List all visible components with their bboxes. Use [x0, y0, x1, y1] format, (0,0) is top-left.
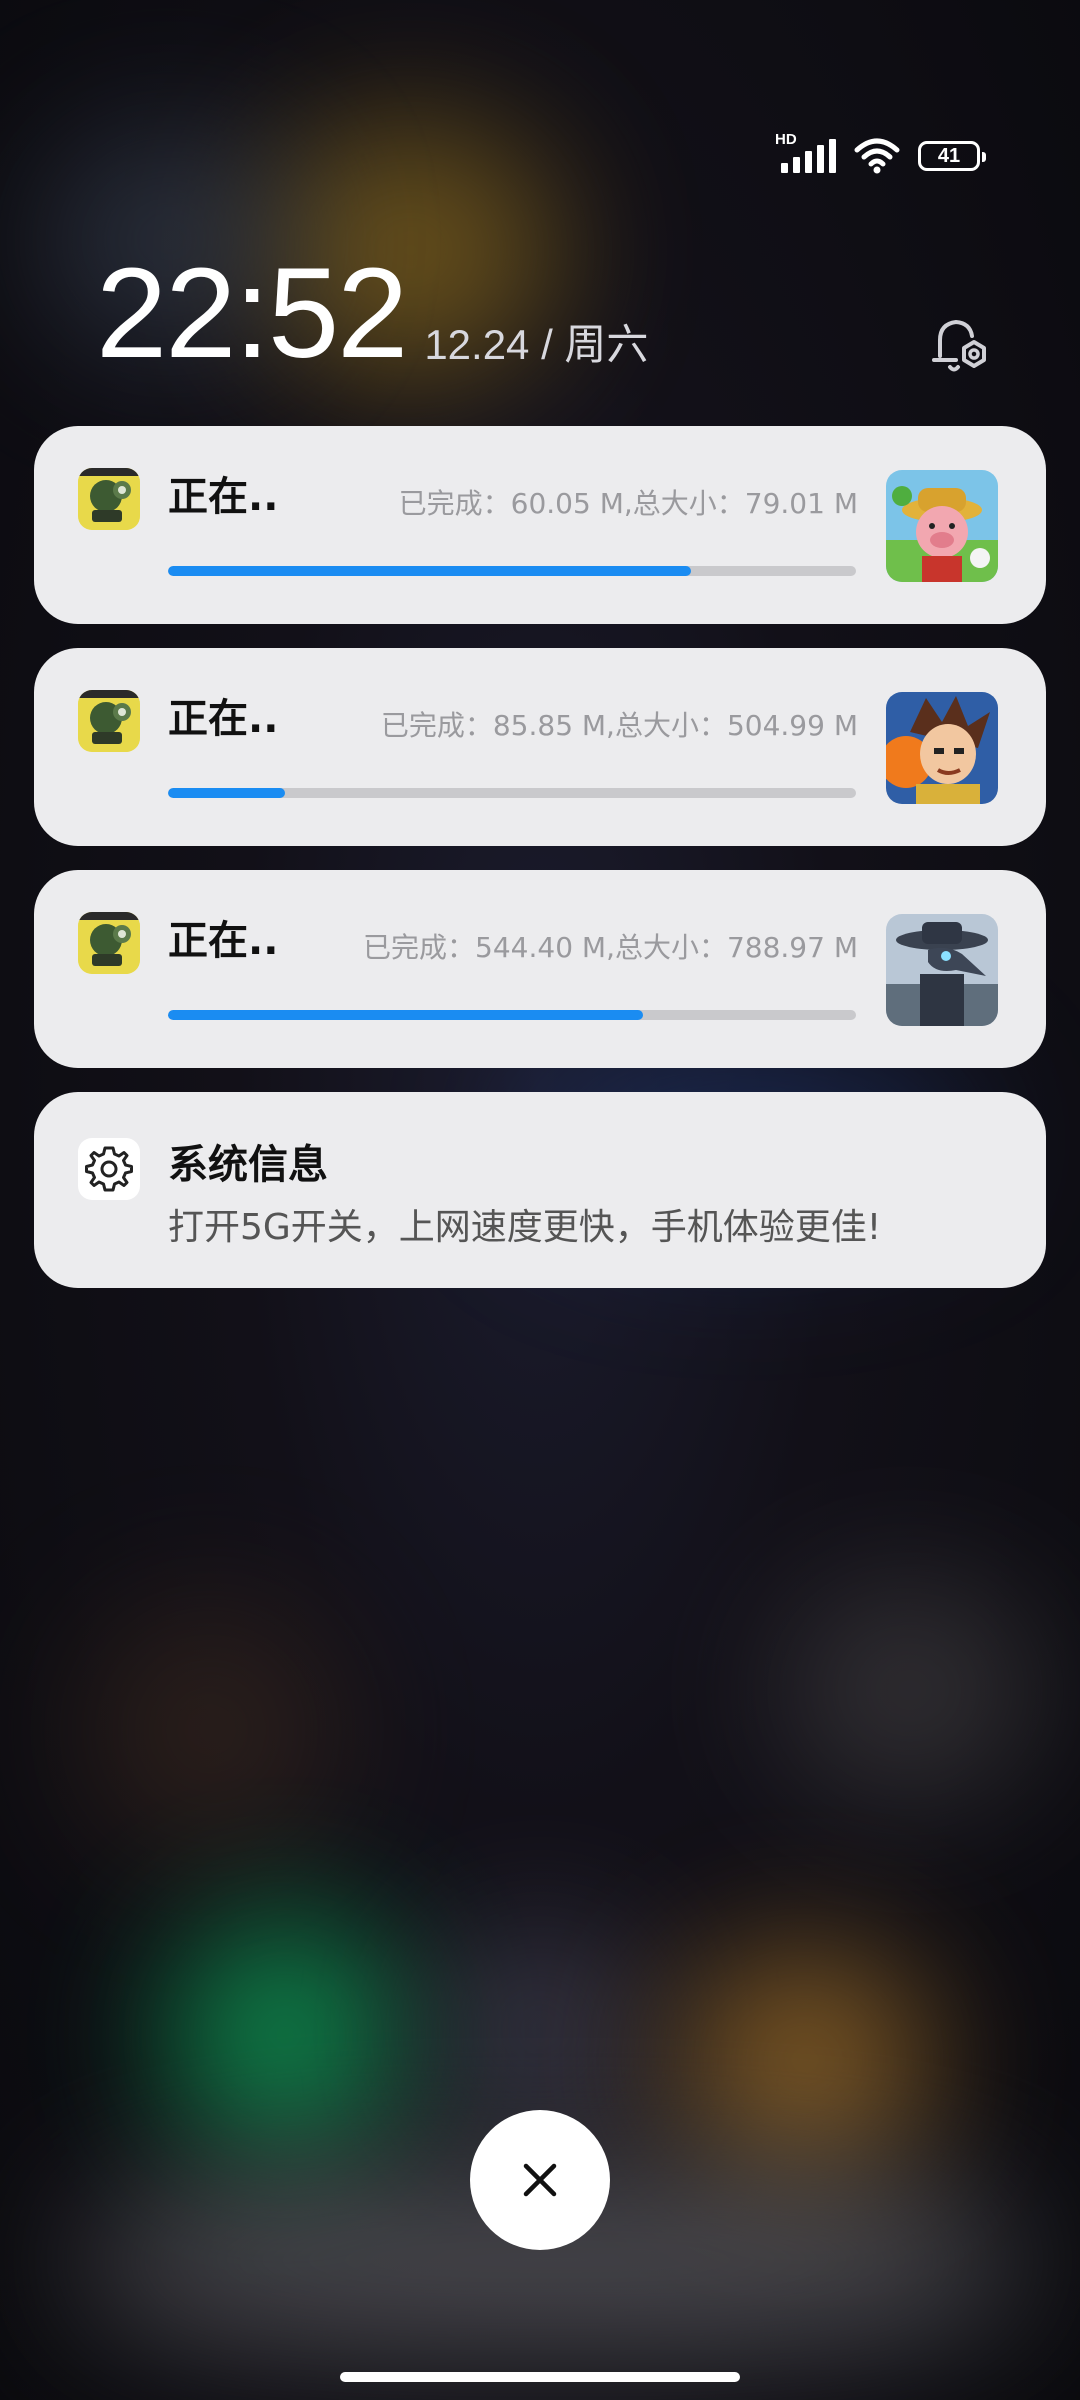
plague-doctor-game-thumbnail [886, 914, 998, 1026]
turret-game-icon [78, 468, 140, 530]
wifi-icon [854, 138, 900, 174]
lockscreen-clock: 22:52 12.24 / 周六 [96, 250, 648, 378]
system-info-notification[interactable]: 系统信息 打开5G开关，上网速度更快，手机体验更佳! [34, 1092, 1046, 1288]
download-notification[interactable]: 正在.. 已完成：544.40 M,总大小：788.97 M [34, 870, 1046, 1068]
progress-bar [168, 1010, 856, 1020]
battery-level: 41 [937, 144, 961, 167]
download-progress-text: 已完成：85.85 M,总大小：504.99 M [380, 709, 858, 742]
notification-title: 正在.. [168, 474, 279, 520]
bell-settings-icon[interactable] [922, 310, 994, 382]
clock-date: 12.24 / 周六 [424, 321, 649, 368]
download-progress-text: 已完成：544.40 M,总大小：788.97 M [363, 931, 858, 964]
notification-title: 系统信息 [168, 1142, 328, 1188]
clock-time: 22:52 [96, 242, 408, 385]
gear-icon [78, 1138, 140, 1200]
status-bar: HD 41 [775, 131, 986, 174]
progress-bar [168, 566, 856, 576]
turret-game-icon [78, 690, 140, 752]
progress-bar-fill [168, 1010, 643, 1020]
home-indicator[interactable] [340, 2372, 740, 2382]
download-progress-text: 已完成：60.05 M,总大小：79.01 M [398, 487, 858, 520]
hero-boy-game-thumbnail [886, 692, 998, 804]
battery-icon: 41 [918, 141, 986, 171]
notification-title: 正在.. [168, 918, 279, 964]
clear-notifications-button[interactable] [470, 2110, 610, 2250]
download-notification[interactable]: 正在.. 已完成：60.05 M,总大小：79.01 M [34, 426, 1046, 624]
progress-bar-fill [168, 788, 285, 798]
hd-signal-icon: HD [775, 131, 836, 173]
notification-body: 打开5G开关，上网速度更快，手机体验更佳! [168, 1207, 882, 1248]
progress-bar [168, 788, 856, 798]
network-label: HD [775, 131, 797, 148]
progress-bar-fill [168, 566, 691, 576]
download-notification[interactable]: 正在.. 已完成：85.85 M,总大小：504.99 M [34, 648, 1046, 846]
close-icon [523, 2163, 557, 2197]
notification-title: 正在.. [168, 696, 279, 742]
turret-game-icon [78, 912, 140, 974]
pig-farmer-game-thumbnail [886, 470, 998, 582]
